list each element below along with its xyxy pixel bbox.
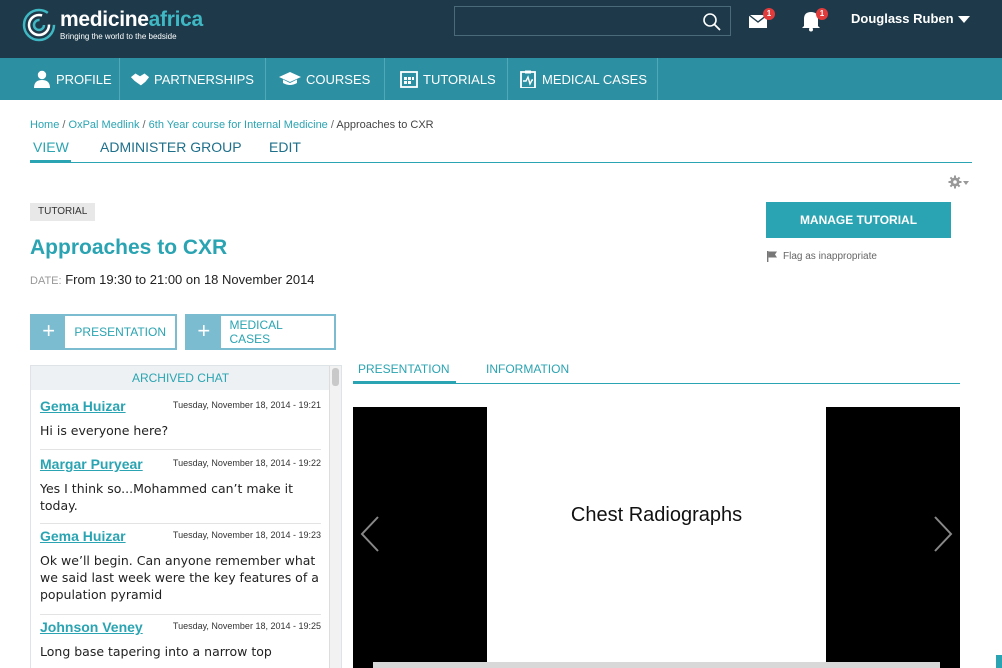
chat-scrollbar[interactable] [329,366,341,668]
notification-badge: 1 [816,8,828,20]
mail-badge: 1 [763,8,775,20]
breadcrumb-current: Approaches to CXR [336,119,434,131]
nav-item-tutorials[interactable]: TUTORIALS [385,58,508,100]
flag-icon [767,251,777,262]
breadcrumb: Home / OxPal Medlink / 6th Year course f… [30,119,434,131]
breadcrumb-separator: / [142,119,146,131]
scrollbar-thumb[interactable] [332,368,339,386]
chat-text: Yes I think so...Mohammed can’t make it … [40,481,294,513]
chat-author-link[interactable]: Gema Huizar [40,398,126,414]
tutorial-date: DATE: From 19:30 to 21:00 on 18 November… [30,272,315,287]
graduation-cap-icon [279,72,301,85]
chat-message: Gema Huizar Tuesday, November 18, 2014 -… [40,528,321,615]
add-medical-cases-button[interactable]: + MEDICAL CASES [185,314,336,350]
user-name[interactable]: Douglass Ruben [851,11,954,26]
user-menu-chevron-down-icon[interactable] [958,16,970,23]
page-tabs: VIEW ADMINISTER GROUP EDIT [30,139,972,163]
logo-mark-icon [22,8,56,42]
tab-view[interactable]: VIEW [30,139,71,163]
brand-name-part2: africa [148,7,204,31]
top-bar: medicineafrica Bringing the world to the… [0,0,1002,58]
gear-icon[interactable] [948,175,970,189]
date-value: From 19:30 to 21:00 on 18 November 2014 [65,272,315,287]
add-medical-cases-label: MEDICAL CASES [229,318,283,346]
tab-information[interactable]: INFORMATION [486,362,569,384]
chat-text: Hi is everyone here? [40,423,169,438]
slide-title: Chest Radiographs [570,504,743,526]
chat-author-link[interactable]: Margar Puryear [40,456,143,472]
viewer-controls-bar [373,662,940,668]
breadcrumb-separator: / [62,119,66,131]
clipboard-icon [520,70,536,88]
flag-inappropriate-link[interactable]: Flag as inappropriate [766,250,877,262]
chat-timestamp: Tuesday, November 18, 2014 - 19:23 [172,530,321,540]
page-title: Approaches to CXR [30,236,228,259]
date-label: DATE: [30,275,62,287]
chat-message: Margar Puryear Tuesday, November 18, 201… [40,456,321,524]
breadcrumb-link-course[interactable]: 6th Year course for Internal Medicine [149,119,328,131]
archived-chat-panel: ARCHIVED CHAT Gema Huizar Tuesday, Novem… [30,365,342,668]
chat-author-link[interactable]: Johnson Veney [40,619,143,635]
nav-item-label: TUTORIALS [423,71,496,87]
manage-tutorial-button[interactable]: MANAGE TUTORIAL [766,202,951,238]
chat-text: Ok we’ll begin. Can anyone remember what… [40,553,319,602]
add-presentation-button[interactable]: + PRESENTATION [30,314,177,350]
brand-name-part1: medicine [60,7,149,31]
add-presentation-label: PRESENTATION [74,325,166,339]
brand-name: medicineafrica [60,7,204,31]
handshake-icon [130,73,150,86]
chat-text: Long base tapering into a narrow top [40,644,272,659]
nav-item-partnerships[interactable]: PARTNERSHIPS [120,58,266,100]
nav-item-label: PARTNERSHIPS [154,71,254,87]
breadcrumb-separator: / [330,119,334,131]
chat-heading: ARCHIVED CHAT [31,366,330,390]
chat-timestamp: Tuesday, November 18, 2014 - 19:22 [172,458,321,468]
chat-message: Gema Huizar Tuesday, November 18, 2014 -… [40,398,321,450]
tab-administer-group[interactable]: ADMINISTER GROUP [100,139,242,163]
nav-item-label: COURSES [306,71,371,87]
calendar-icon [400,71,418,88]
logo[interactable]: medicineafrica Bringing the world to the… [22,8,203,42]
side-feedback-tab[interactable] [996,655,1002,668]
plus-icon: + [187,316,221,348]
flag-label: Flag as inappropriate [783,250,877,262]
main-nav: PROFILE PARTNERSHIPS COURSES TUTORIALS M… [0,58,1002,100]
nav-item-profile[interactable]: PROFILE [20,58,120,100]
nav-item-label: PROFILE [56,71,112,87]
person-icon [34,70,50,88]
tab-presentation[interactable]: PRESENTATION [353,362,456,384]
search-input[interactable] [454,6,731,36]
slide: Chest Radiographs [487,407,826,662]
breadcrumb-link-home[interactable]: Home [30,119,59,131]
chat-timestamp: Tuesday, November 18, 2014 - 19:25 [172,621,321,631]
next-slide-chevron-right-icon[interactable] [929,514,955,554]
brand-tagline: Bringing the world to the bedside [60,31,177,41]
chat-timestamp: Tuesday, November 18, 2014 - 19:21 [172,400,321,410]
nav-item-medical-cases[interactable]: MEDICAL CASES [508,58,658,100]
chat-message: Johnson Veney Tuesday, November 18, 2014… [40,619,321,668]
chat-author-link[interactable]: Gema Huizar [40,528,126,544]
breadcrumb-link-group[interactable]: OxPal Medlink [69,119,140,131]
search-icon[interactable] [702,12,722,32]
slide-viewer: Chest Radiographs [353,407,960,668]
plus-icon: + [32,316,66,348]
nav-item-courses[interactable]: COURSES [266,58,385,100]
presentation-tabs: PRESENTATION INFORMATION [353,362,960,384]
type-badge: TUTORIAL [30,203,96,221]
nav-item-label: MEDICAL CASES [542,71,647,87]
tab-edit[interactable]: EDIT [269,139,301,163]
previous-slide-chevron-left-icon[interactable] [358,514,384,554]
